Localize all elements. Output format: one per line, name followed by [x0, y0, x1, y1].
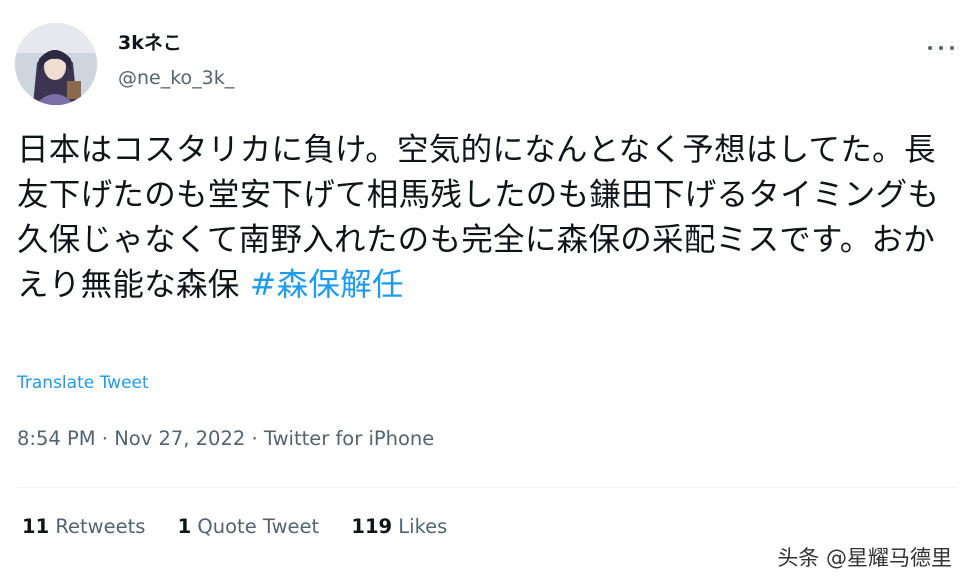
- quotes-label: Quote Tweet: [197, 515, 320, 538]
- meta-separator: ·: [245, 427, 264, 450]
- retweets-stat[interactable]: 11 Retweets: [22, 514, 145, 540]
- meta-separator: ·: [95, 427, 115, 450]
- more-dot: [928, 46, 932, 50]
- display-name[interactable]: 3kネこ: [118, 31, 182, 55]
- likes-stat[interactable]: 119 Likes: [351, 514, 447, 540]
- quote-tweets-stat[interactable]: 1 Quote Tweet: [178, 514, 320, 540]
- more-horizontal-icon[interactable]: [928, 38, 954, 58]
- quotes-count: 1: [177, 515, 192, 538]
- engagement-stats: 11 Retweets 1 Quote Tweet 119 Likes: [22, 514, 473, 540]
- tweet-meta: 8:54 PM · Nov 27, 2022 · Twitter for iPh…: [17, 426, 434, 452]
- user-handle[interactable]: @ne_ko_3k_: [118, 66, 234, 90]
- translate-tweet-link[interactable]: Translate Tweet: [17, 372, 149, 394]
- likes-count: 119: [351, 515, 393, 538]
- divider: [17, 487, 957, 488]
- tweet-date[interactable]: Nov 27, 2022: [114, 427, 245, 450]
- tweet-body: 日本はコスタリカに負け。空気的になんとなく予想はしてた。長友下げたのも堂安下げて…: [17, 132, 940, 303]
- retweets-count: 11: [22, 515, 50, 538]
- more-dot: [950, 46, 954, 50]
- tweet-source[interactable]: Twitter for iPhone: [264, 427, 434, 450]
- hashtag-link[interactable]: #森保解任: [250, 267, 404, 303]
- tweet-time[interactable]: 8:54 PM: [17, 427, 96, 450]
- avatar-image: [15, 23, 97, 105]
- avatar[interactable]: [15, 23, 97, 105]
- more-dot: [939, 46, 943, 50]
- tweet-text: 日本はコスタリカに負け。空気的になんとなく予想はしてた。長友下げたのも堂安下げて…: [17, 128, 947, 308]
- watermark: 头条 @星耀马德里: [777, 546, 952, 570]
- retweets-label: Retweets: [55, 515, 146, 538]
- likes-label: Likes: [398, 515, 448, 538]
